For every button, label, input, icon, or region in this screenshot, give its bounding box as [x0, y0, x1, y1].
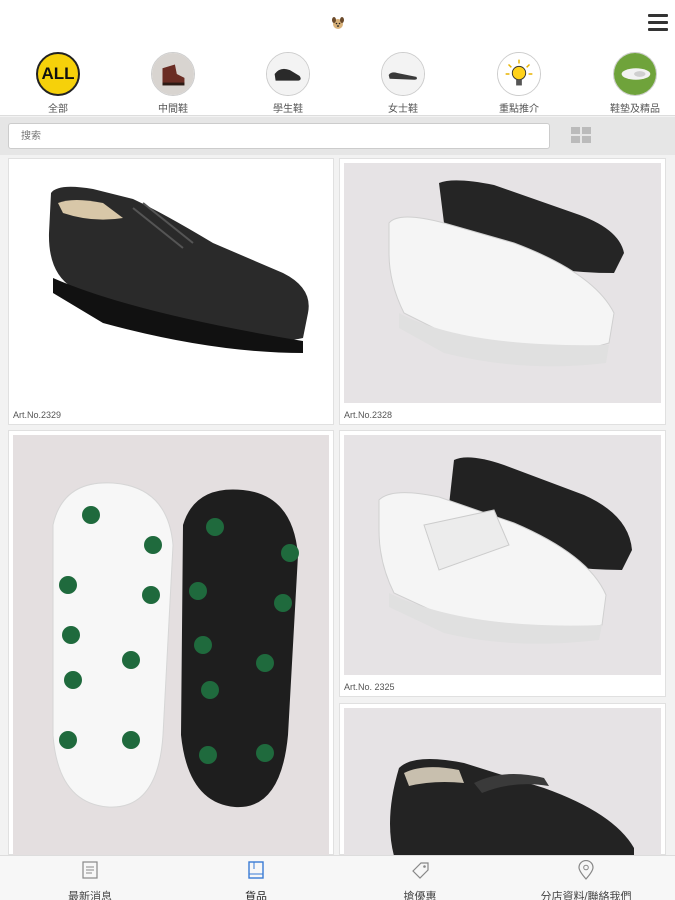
product-image	[13, 163, 329, 407]
category-highlights[interactable]: 重點推介	[474, 52, 564, 115]
app-header	[0, 0, 675, 46]
ladies-shoe-icon	[381, 52, 425, 96]
brown-shoe-icon	[151, 52, 195, 96]
black-shoe-icon	[266, 52, 310, 96]
product-card[interactable]: Art.No.2328	[339, 158, 666, 425]
nav-news[interactable]: 最新消息	[6, 860, 174, 900]
tag-icon	[412, 862, 429, 879]
product-image	[344, 163, 661, 403]
bottom-navigation: 最新消息 貨品 搶優惠 分店資料/聯絡我們	[0, 855, 675, 900]
category-label: 女士鞋	[388, 104, 418, 115]
insole-icon	[613, 52, 657, 96]
product-image	[344, 435, 661, 675]
nav-label: 最新消息	[68, 891, 112, 900]
all-badge-icon: ALL	[36, 52, 80, 96]
product-card[interactable]: Art.No. 2325	[339, 430, 666, 697]
hamburger-menu-icon[interactable]	[648, 14, 668, 32]
category-bar: ALL 全部 中間鞋 學生鞋 女士鞋 重點推介 鞋墊及精品	[0, 46, 675, 116]
news-icon	[82, 861, 98, 879]
nav-label: 搶優惠	[403, 891, 437, 900]
product-caption: Art.No. 2325	[344, 682, 395, 692]
category-insoles[interactable]: 鞋墊及精品	[590, 52, 675, 115]
category-label: 中間鞋	[158, 104, 188, 115]
dog-logo-icon	[332, 17, 344, 29]
product-caption: Art.No.2329	[13, 410, 62, 420]
lightbulb-icon	[497, 52, 541, 96]
product-card[interactable]	[8, 430, 334, 855]
product-card[interactable]: Art.No.2329	[8, 158, 334, 425]
grid-view-icon[interactable]	[571, 127, 593, 145]
nav-offers[interactable]: 搶優惠	[336, 860, 504, 900]
category-label: 全部	[48, 104, 68, 115]
category-label: 鞋墊及精品	[610, 104, 660, 115]
nav-products[interactable]: 貨品	[172, 860, 340, 900]
product-image	[13, 435, 329, 855]
product-card[interactable]	[339, 703, 666, 856]
products-icon	[248, 861, 264, 879]
search-row	[0, 117, 675, 155]
nav-label: 分店資料/聯絡我們	[540, 891, 632, 900]
nav-label: 貨品	[245, 891, 267, 900]
category-ladies-shoes[interactable]: 女士鞋	[358, 52, 448, 115]
location-pin-icon	[578, 859, 594, 880]
product-image	[344, 708, 661, 856]
product-caption: Art.No.2328	[344, 410, 393, 420]
search-input[interactable]	[8, 123, 550, 149]
category-student-shoes[interactable]: 學生鞋	[243, 52, 333, 115]
category-all[interactable]: ALL 全部	[13, 52, 103, 115]
category-middle-shoes[interactable]: 中間鞋	[128, 52, 218, 115]
category-label: 學生鞋	[273, 104, 303, 115]
category-label: 重點推介	[499, 104, 539, 115]
nav-branches-contact[interactable]: 分店資料/聯絡我們	[502, 859, 670, 900]
